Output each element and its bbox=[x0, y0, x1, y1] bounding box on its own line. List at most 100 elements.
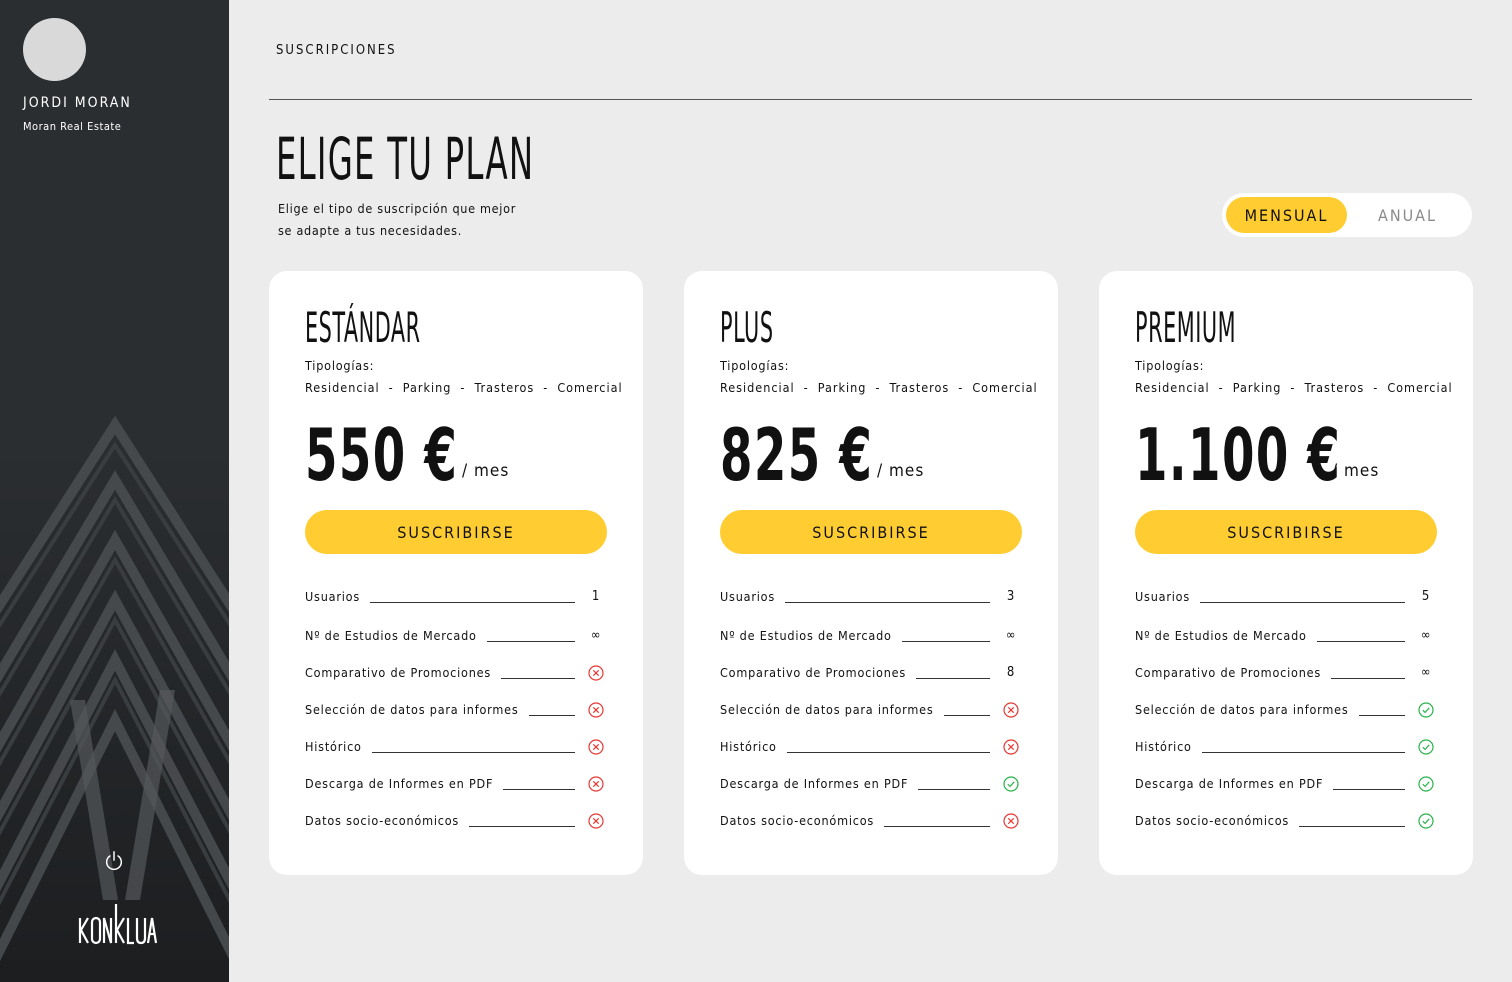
check-circle-icon bbox=[1418, 776, 1434, 792]
feature-value bbox=[1000, 776, 1022, 792]
feature-list: Usuarios 3 Nº de Estudios de Mercado ∞ Compa… bbox=[720, 589, 1022, 850]
typology-item: Residencial bbox=[305, 380, 380, 395]
feature-value-text: ∞ bbox=[1420, 628, 1432, 643]
feature-row: Histórico bbox=[305, 739, 607, 776]
feature-row: Usuarios 1 bbox=[305, 589, 607, 628]
feature-leader-line bbox=[486, 641, 575, 642]
typology-separator: - bbox=[388, 380, 394, 395]
feature-value bbox=[1415, 813, 1437, 829]
typologies-label: Tipologías: bbox=[720, 358, 790, 373]
feature-row: Datos socio-económicos bbox=[305, 813, 607, 850]
billing-option-monthly[interactable]: MENSUAL bbox=[1226, 197, 1347, 233]
feature-row: Histórico bbox=[720, 739, 1022, 776]
cross-circle-icon bbox=[1003, 813, 1019, 829]
feature-label: Histórico bbox=[305, 739, 362, 754]
feature-row: Descarga de Informes en PDF bbox=[1135, 776, 1437, 813]
billing-option-annual[interactable]: ANUAL bbox=[1347, 197, 1468, 233]
cross-circle-icon bbox=[588, 739, 604, 755]
plan-card: ESTÁNDAR Tipologías: Residencial - Parking - T… bbox=[269, 271, 643, 875]
feature-label: Nº de Estudios de Mercado bbox=[720, 628, 892, 643]
feature-value bbox=[585, 665, 607, 681]
check-circle-icon bbox=[1418, 813, 1434, 829]
building-background-image bbox=[0, 0, 229, 982]
feature-label: Descarga de Informes en PDF bbox=[1135, 776, 1324, 791]
feature-leader-line bbox=[786, 752, 990, 753]
feature-leader-line bbox=[503, 789, 575, 790]
feature-label: Usuarios bbox=[1135, 589, 1190, 604]
typologies-list: Residencial - Parking - Trasteros - Comercial bbox=[1135, 380, 1453, 395]
feature-row: Comparativo de Promociones 8 bbox=[720, 665, 1022, 702]
feature-leader-line bbox=[371, 752, 575, 753]
price-period: / mes bbox=[1332, 461, 1380, 481]
typology-item: Parking bbox=[1232, 380, 1282, 395]
plan-name: PLUS bbox=[720, 303, 774, 352]
typology-item: Parking bbox=[402, 380, 452, 395]
feature-leader-line bbox=[1299, 826, 1405, 827]
feature-row: Selección de datos para informes bbox=[720, 702, 1022, 739]
feature-value: 8 bbox=[1000, 665, 1022, 680]
typology-item: Residencial bbox=[720, 380, 795, 395]
typologies-list: Residencial - Parking - Trasteros - Comercial bbox=[720, 380, 1038, 395]
feature-label: Selección de datos para informes bbox=[720, 702, 934, 717]
feature-value: 1 bbox=[585, 589, 607, 604]
feature-leader-line bbox=[469, 826, 575, 827]
feature-value: ∞ bbox=[1000, 628, 1022, 643]
plan-name: PREMIUM bbox=[1135, 303, 1237, 352]
subscribe-button[interactable]: SUSCRIBIRSE bbox=[720, 510, 1022, 554]
feature-leader-line bbox=[1200, 602, 1405, 603]
typology-item: Trasteros bbox=[1304, 380, 1365, 395]
feature-value bbox=[585, 776, 607, 792]
check-circle-icon bbox=[1418, 739, 1434, 755]
feature-leader-line bbox=[1316, 641, 1405, 642]
plan-card: PLUS Tipologías: Residencial - Parking - Trast… bbox=[684, 271, 1058, 875]
feature-row: Usuarios 5 bbox=[1135, 589, 1437, 628]
power-icon[interactable] bbox=[103, 850, 125, 872]
feature-leader-line bbox=[1358, 715, 1405, 716]
feature-leader-line bbox=[785, 602, 990, 603]
typology-item: Trasteros bbox=[889, 380, 950, 395]
sidebar: JORDI MORAN Moran Real Estate bbox=[0, 0, 229, 982]
feature-label: Datos socio-económicos bbox=[720, 813, 875, 828]
cross-circle-icon bbox=[588, 702, 604, 718]
typology-item: Trasteros bbox=[474, 380, 535, 395]
feature-leader-line bbox=[501, 678, 575, 679]
feature-row: Histórico bbox=[1135, 739, 1437, 776]
plan-name: ESTÁNDAR bbox=[305, 303, 421, 352]
feature-value bbox=[1000, 813, 1022, 829]
feature-label: Descarga de Informes en PDF bbox=[305, 776, 494, 791]
feature-label: Selección de datos para informes bbox=[1135, 702, 1349, 717]
feature-leader-line bbox=[370, 602, 575, 603]
typology-separator: - bbox=[1218, 380, 1224, 395]
avatar[interactable] bbox=[23, 18, 86, 81]
typologies-label: Tipologías: bbox=[305, 358, 375, 373]
typology-item: Comercial bbox=[557, 380, 623, 395]
cross-circle-icon bbox=[588, 776, 604, 792]
feature-row: Datos socio-económicos bbox=[1135, 813, 1437, 850]
feature-label: Selección de datos para informes bbox=[305, 702, 519, 717]
feature-label: Nº de Estudios de Mercado bbox=[1135, 628, 1307, 643]
cross-circle-icon bbox=[1003, 702, 1019, 718]
typology-separator: - bbox=[543, 380, 549, 395]
cross-circle-icon bbox=[588, 813, 604, 829]
feature-row: Nº de Estudios de Mercado ∞ bbox=[1135, 628, 1437, 665]
feature-value bbox=[585, 702, 607, 718]
feature-value-text: 8 bbox=[1006, 665, 1016, 680]
feature-list: Usuarios 5 Nº de Estudios de Mercado ∞ Compa… bbox=[1135, 589, 1437, 850]
feature-label: Datos socio-económicos bbox=[305, 813, 460, 828]
price-period: / mes bbox=[462, 461, 510, 481]
feature-value-text: 5 bbox=[1421, 589, 1431, 604]
feature-row: Descarga de Informes en PDF bbox=[305, 776, 607, 813]
typologies-label: Tipologías: bbox=[1135, 358, 1205, 373]
feature-row: Nº de Estudios de Mercado ∞ bbox=[720, 628, 1022, 665]
subscribe-button[interactable]: SUSCRIBIRSE bbox=[305, 510, 607, 554]
feature-row: Comparativo de Promociones bbox=[305, 665, 607, 702]
subscribe-button[interactable]: SUSCRIBIRSE bbox=[1135, 510, 1437, 554]
feature-value-text: ∞ bbox=[1005, 628, 1017, 643]
typology-item: Residencial bbox=[1135, 380, 1210, 395]
feature-label: Usuarios bbox=[720, 589, 775, 604]
feature-label: Comparativo de Promociones bbox=[305, 665, 492, 680]
feature-row: Descarga de Informes en PDF bbox=[720, 776, 1022, 813]
billing-toggle: MENSUAL ANUAL bbox=[1222, 193, 1472, 237]
feature-label: Nº de Estudios de Mercado bbox=[305, 628, 477, 643]
konklua-logo bbox=[78, 904, 158, 945]
